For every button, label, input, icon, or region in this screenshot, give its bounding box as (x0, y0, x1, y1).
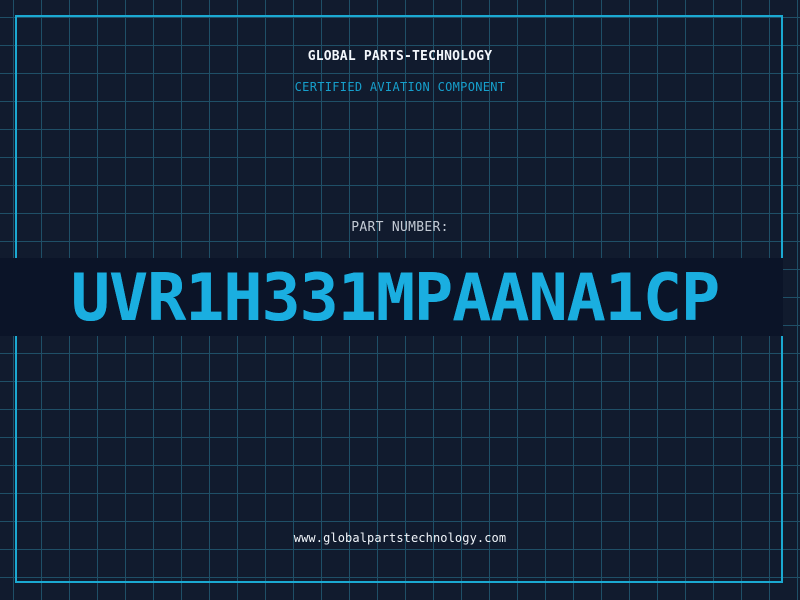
certification-tagline: CERTIFIED AVIATION COMPONENT (294, 80, 506, 94)
certificate-card: GLOBAL PARTS-TECHNOLOGY CERTIFIED AVIATI… (0, 0, 800, 600)
company-name: GLOBAL PARTS-TECHNOLOGY (307, 49, 493, 64)
part-number-label: PART NUMBER: (351, 220, 449, 235)
part-number-value: UVR1H331MPAANA1CP (70, 264, 720, 334)
company-website: www.globalpartstechnology.com (293, 531, 507, 545)
